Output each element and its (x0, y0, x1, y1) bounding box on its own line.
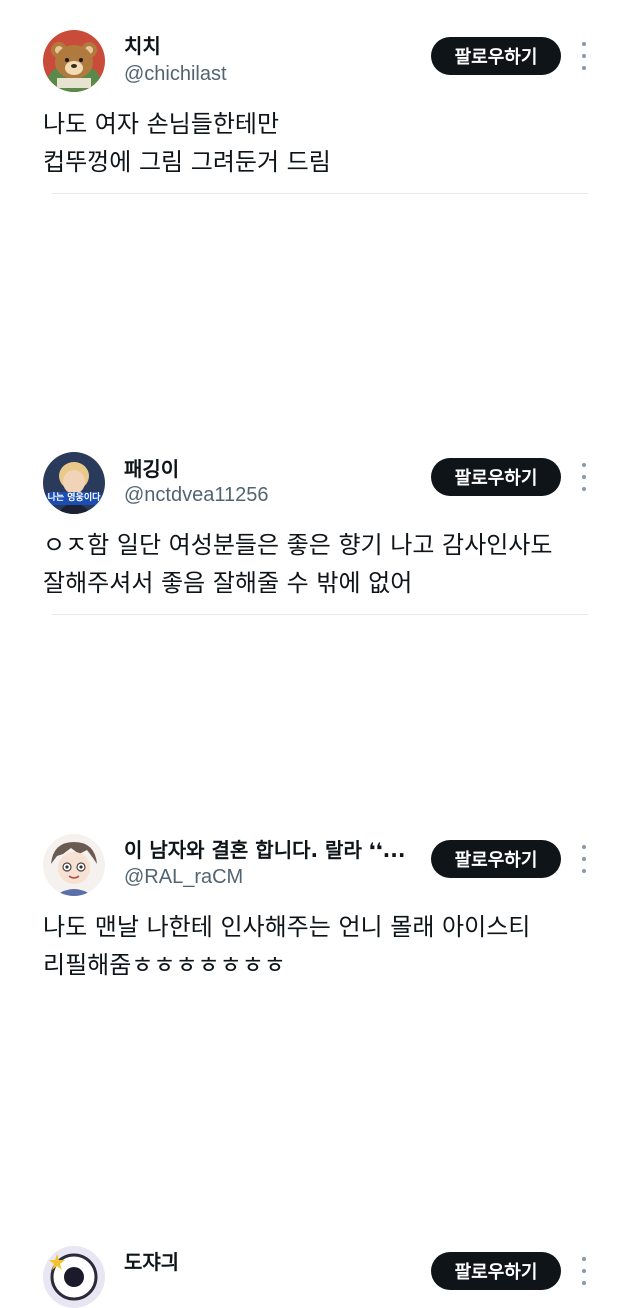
more-options-icon[interactable] (576, 42, 592, 70)
display-name[interactable]: 패깅이 (124, 457, 179, 481)
post-text: 나도 여자 손님들한테만 컵뚜껑에 그림 그려둔거 드림 (43, 105, 603, 181)
post-text-line: 잘해주셔서 좋음 잘해줄 수 밖에 없어 (43, 569, 413, 597)
follow-button[interactable]: 팔로우하기 (431, 1252, 561, 1290)
divider (52, 614, 588, 615)
user-handle[interactable]: @nctdvea11256 (124, 483, 268, 507)
avatar[interactable]: 나는 영웅이다 (43, 452, 105, 514)
user-handle[interactable]: @chichilast (124, 62, 227, 86)
more-options-icon[interactable] (576, 1257, 592, 1285)
post-text-line: 나도 맨날 나한테 인사해주는 언니 몰래 아이스티 (43, 913, 531, 941)
display-name[interactable]: 치치 (124, 34, 161, 58)
post-text-line: 리필해줌ㅎㅎㅎㅎㅎㅎㅎ (43, 951, 286, 979)
follow-button[interactable]: 팔로우하기 (431, 840, 561, 878)
post-text-line: 나도 여자 손님들한테만 (43, 110, 280, 138)
post-text-line: 컵뚜껑에 그림 그려둔거 드림 (43, 148, 331, 176)
post-text: ㅇㅈ함 일단 여성분들은 좋은 향기 나고 감사인사도 잘해주셔서 좋음 잘해줄… (43, 526, 603, 602)
follow-button[interactable]: 팔로우하기 (431, 37, 561, 75)
star-character-avatar-icon (43, 1246, 105, 1308)
teddy-bear-avatar-icon (43, 30, 105, 92)
more-options-icon[interactable] (576, 463, 592, 491)
divider (52, 193, 588, 194)
avatar-caption: 나는 영웅이다 (47, 493, 101, 503)
avatar[interactable] (43, 1246, 105, 1308)
post-text: 나도 맨날 나한테 인사해주는 언니 몰래 아이스티 리필해줌ㅎㅎㅎㅎㅎㅎㅎ (43, 908, 603, 984)
post-text-line: ㅇㅈ함 일단 여성분들은 좋은 향기 나고 감사인사도 (43, 531, 553, 559)
more-options-icon[interactable] (576, 845, 592, 873)
user-handle[interactable]: @RAL_raCM (124, 865, 243, 889)
display-name[interactable]: 이 남자와 결혼 합니다. 랄라 ❛❛... (124, 838, 405, 862)
avatar[interactable] (43, 30, 105, 92)
follow-button[interactable]: 팔로우하기 (431, 458, 561, 496)
avatar[interactable] (43, 834, 105, 896)
anime-character-avatar-icon (43, 834, 105, 896)
display-name[interactable]: 도쟈긔 (124, 1250, 179, 1274)
